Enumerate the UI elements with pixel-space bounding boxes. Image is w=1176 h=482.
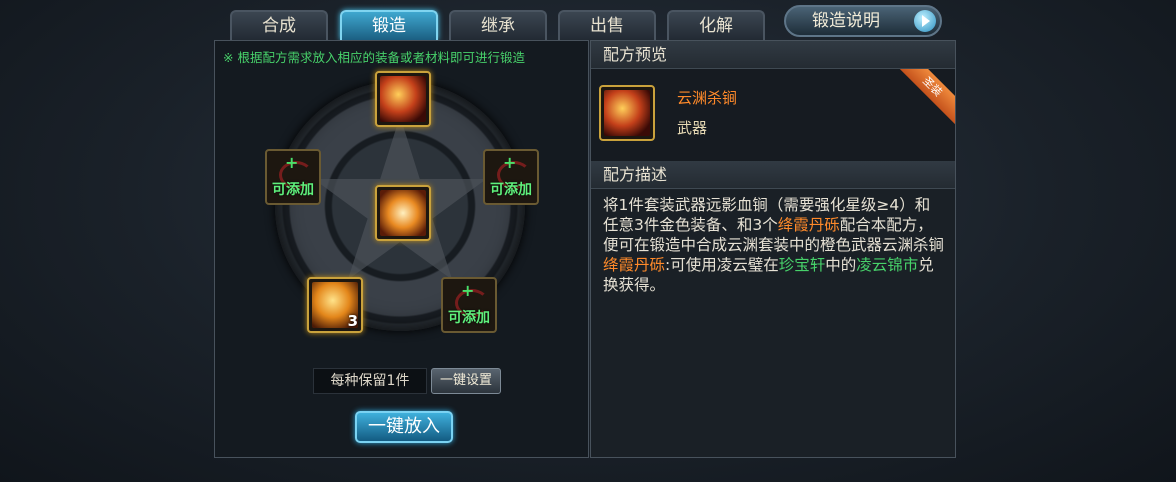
- one-click-put-button[interactable]: 一键放入: [355, 411, 453, 443]
- forge-panel: ※ 根据配方需求放入相应的装备或者材料即可进行锻造 + 可添加 + 可添加 3 …: [214, 40, 589, 458]
- preview-item-slot[interactable]: [599, 85, 655, 141]
- forge-help-button[interactable]: 锻造说明: [784, 5, 942, 37]
- rarity-ribbon: 圣装: [893, 69, 955, 126]
- recipe-description: 将1件套装武器远影血锏（需要强化星级≥4）和任意3件金色装备、和3个绛霞丹砾配合…: [603, 195, 945, 295]
- recipe-preview: 云渊杀锏 武器 圣装: [591, 69, 955, 161]
- slot-material[interactable]: 3: [307, 277, 363, 333]
- preview-item-type: 武器: [677, 119, 708, 137]
- tab-sell[interactable]: 出售: [558, 10, 656, 40]
- forge-hint: ※ 根据配方需求放入相应的装备或者材料即可进行锻造: [223, 50, 525, 65]
- slot-add-left[interactable]: + 可添加: [265, 149, 321, 205]
- slot-add-label: 可添加: [272, 182, 314, 198]
- forge-help-label: 锻造说明: [812, 11, 880, 31]
- preview-title: 配方预览: [591, 41, 955, 69]
- description-fragment: :可使用凌云璧在: [665, 256, 779, 274]
- plus-icon: +: [503, 153, 517, 172]
- item-count: 3: [347, 312, 358, 330]
- description-title: 配方描述: [591, 161, 955, 189]
- slot-add-right[interactable]: + 可添加: [483, 149, 539, 205]
- play-arrow-icon: [914, 10, 936, 32]
- description-fragment: 绛霞丹砾: [777, 216, 840, 234]
- slot-add-bottom[interactable]: + 可添加: [441, 277, 497, 333]
- tab-synthesize[interactable]: 合成: [230, 10, 328, 40]
- slot-recipe[interactable]: [375, 185, 431, 241]
- weapon-item-icon: [380, 76, 426, 122]
- tab-inherit[interactable]: 继承: [449, 10, 547, 40]
- plus-icon: +: [285, 153, 299, 172]
- keep-count-label: 每种保留1件: [313, 368, 427, 394]
- description-fragment: 凌云锦市: [856, 256, 919, 274]
- tab-forge[interactable]: 锻造: [340, 10, 438, 40]
- plus-icon: +: [461, 281, 475, 300]
- tab-dismantle[interactable]: 化解: [667, 10, 765, 40]
- slot-weapon[interactable]: [375, 71, 431, 127]
- recipe-panel: 配方预览 云渊杀锏 武器 圣装 配方描述 将1件套装武器远影血锏（需要强化星级≥…: [590, 40, 956, 458]
- slot-add-label: 可添加: [448, 310, 490, 326]
- recipe-scroll-icon: [380, 190, 426, 236]
- one-click-set-button[interactable]: 一键设置: [431, 368, 501, 394]
- description-fragment: 珍宝轩: [778, 256, 826, 274]
- slot-add-label: 可添加: [490, 182, 532, 198]
- preview-item-name: 云渊杀锏: [677, 89, 738, 107]
- description-fragment: 绛霞丹砾: [603, 256, 666, 274]
- mace-weapon-icon: [604, 90, 650, 136]
- description-fragment: 中的: [825, 256, 857, 274]
